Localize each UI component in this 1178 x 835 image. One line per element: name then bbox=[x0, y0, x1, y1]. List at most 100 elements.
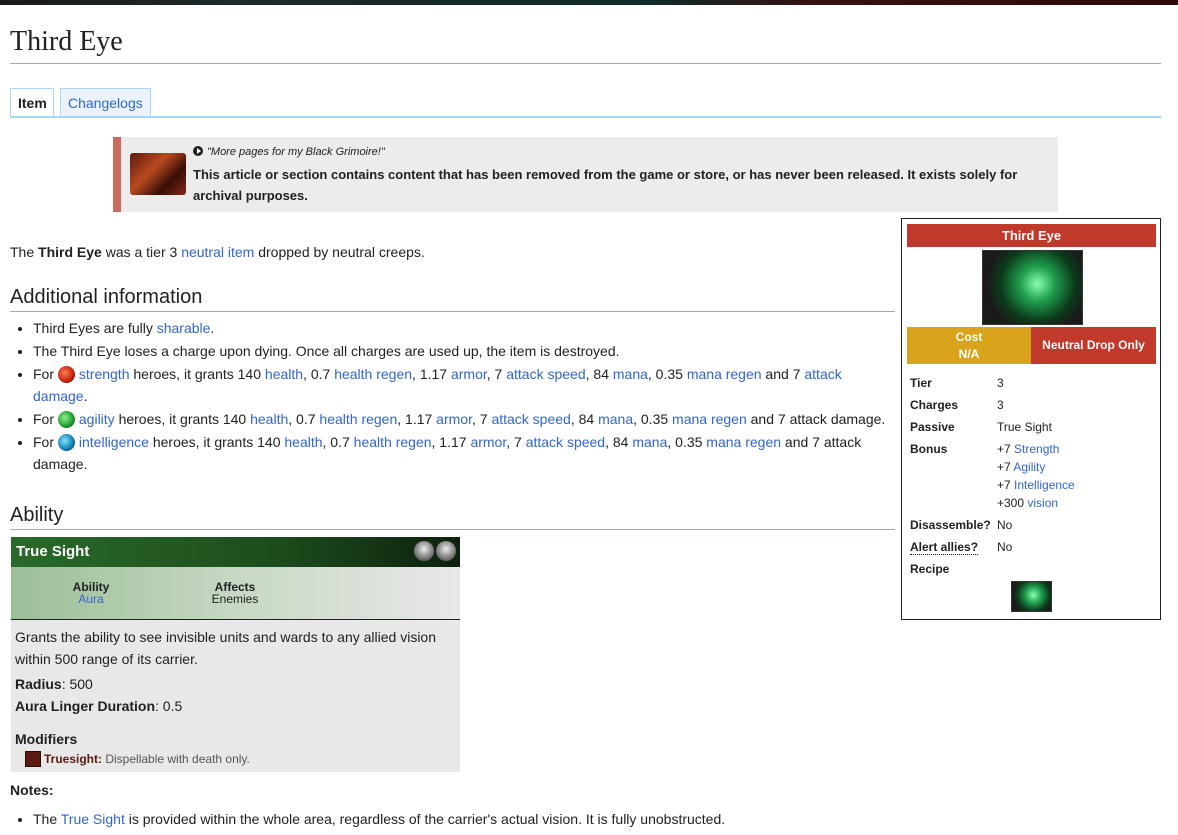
ability-header: True Sight bbox=[11, 537, 460, 567]
info-text: , 0.35 bbox=[633, 411, 673, 427]
aura-link[interactable]: Aura bbox=[78, 592, 103, 606]
info-text: , 7 bbox=[506, 434, 526, 450]
armor-link[interactable]: armor bbox=[451, 366, 487, 382]
health-link[interactable]: health bbox=[250, 411, 288, 427]
notes-text: The bbox=[33, 811, 61, 827]
passive-link[interactable]: True Sight bbox=[997, 420, 1052, 434]
charges-value: 3 bbox=[997, 398, 1004, 412]
info-text: , 84 bbox=[585, 366, 613, 382]
info-text: , 0.7 bbox=[322, 434, 354, 450]
intro-text: was a tier 3 bbox=[101, 244, 182, 260]
armor-link[interactable]: armor bbox=[436, 411, 472, 427]
ability-divider bbox=[11, 619, 460, 620]
info-text: and 7 bbox=[746, 411, 790, 427]
section-divider bbox=[10, 311, 895, 312]
bonus-num: +7 bbox=[997, 478, 1015, 492]
intro-paragraph: The Third Eye was a tier 3 neutral item … bbox=[10, 244, 425, 260]
agility-bonus-link[interactable]: Agility bbox=[1013, 460, 1045, 474]
agility-link[interactable]: agility bbox=[79, 411, 115, 427]
item-infobox: Third Eye Cost N/A Neutral Drop Only Tier… bbox=[901, 218, 1161, 620]
list-item: Third Eyes are fully sharable. bbox=[33, 317, 895, 339]
break-icon bbox=[436, 541, 456, 561]
health-regen-link[interactable]: health regen bbox=[354, 434, 432, 450]
mana-link[interactable]: mana bbox=[598, 411, 633, 427]
strength-icon bbox=[57, 365, 75, 383]
ability-description: Grants the ability to see invisible unit… bbox=[15, 629, 436, 667]
tab-item[interactable]: Item bbox=[10, 88, 54, 118]
list-item: For intelligence heroes, it grants 140 h… bbox=[33, 431, 895, 475]
info-text: , 84 bbox=[570, 411, 599, 427]
drop-cell: Neutral Drop Only bbox=[1031, 327, 1156, 364]
intelligence-bonus-link[interactable]: Intelligence bbox=[1014, 478, 1075, 492]
third-eye-image[interactable] bbox=[982, 250, 1083, 325]
info-text: , 0.7 bbox=[288, 411, 320, 427]
mana-regen-link[interactable]: mana regen bbox=[687, 366, 762, 382]
mana-regen-link[interactable]: mana regen bbox=[672, 411, 747, 427]
mana-link[interactable]: mana bbox=[632, 434, 667, 450]
top-banner bbox=[0, 0, 1178, 5]
page-title: Third Eye bbox=[10, 26, 123, 57]
passive-label: Passive bbox=[910, 420, 955, 434]
alert-label: Alert allies? bbox=[910, 540, 979, 555]
info-text: For bbox=[33, 366, 54, 382]
bonus-vision: +300 vision bbox=[997, 496, 1058, 510]
neutral-item-link[interactable]: neutral item bbox=[181, 244, 254, 260]
ability-meta: Ability Aura Affects Enemies bbox=[11, 567, 460, 619]
info-text: Third Eyes are fully bbox=[33, 320, 157, 336]
info-text: . bbox=[83, 388, 88, 404]
list-item: For strength heroes, it grants 140 healt… bbox=[33, 363, 895, 407]
notice-text: This article or section contains content… bbox=[193, 167, 1018, 203]
agility-icon bbox=[57, 410, 75, 428]
strength-bonus-link[interactable]: Strength bbox=[1014, 442, 1059, 456]
health-regen-link[interactable]: health regen bbox=[319, 411, 397, 427]
tab-changelogs[interactable]: Changelogs bbox=[60, 88, 151, 116]
attack-speed-link[interactable]: attack speed bbox=[506, 366, 585, 382]
info-text: heroes, it grants 140 bbox=[148, 434, 285, 450]
modifier-item: Truesight: Dispellable with death only. bbox=[25, 751, 250, 768]
strength-link[interactable]: strength bbox=[79, 366, 130, 382]
section-heading-ability: Ability bbox=[10, 504, 64, 526]
mana-link[interactable]: mana bbox=[613, 366, 648, 382]
cost-value: N/A bbox=[958, 347, 980, 361]
attack-speed-link[interactable]: attack speed bbox=[491, 411, 570, 427]
modifier-desc: Dispellable with death only. bbox=[102, 752, 250, 767]
health-regen-link[interactable]: health regen bbox=[334, 366, 412, 382]
vision-bonus-link[interactable]: vision bbox=[1027, 496, 1058, 510]
info-text: , 7 bbox=[486, 366, 507, 382]
info-text: , 1.17 bbox=[412, 366, 451, 382]
recipe-label: Recipe bbox=[910, 562, 950, 576]
notice-quote[interactable]: "More pages for my Black Grimoire!" bbox=[193, 146, 385, 158]
truesight-modifier-icon bbox=[25, 751, 41, 767]
true-sight-link[interactable]: True Sight bbox=[61, 811, 125, 827]
mana-regen-link[interactable]: mana regen bbox=[706, 434, 781, 450]
modifier-name: Truesight: bbox=[44, 752, 103, 767]
info-text: , 0.7 bbox=[303, 366, 335, 382]
info-text: . bbox=[210, 320, 215, 336]
bonus-strength: +7 Strength bbox=[997, 442, 1059, 456]
alert-value: No bbox=[997, 540, 1013, 554]
bonus-num: +7 bbox=[997, 460, 1014, 474]
tier-value: 3 bbox=[997, 376, 1004, 390]
notes-text: is provided within the whole area, regar… bbox=[124, 811, 726, 827]
radius-label: Radius bbox=[15, 676, 62, 692]
intelligence-link[interactable]: intelligence bbox=[79, 434, 149, 450]
sharable-link[interactable]: sharable bbox=[157, 320, 211, 336]
ability-radius: Radius: 500 bbox=[15, 676, 93, 692]
play-icon[interactable] bbox=[193, 146, 203, 157]
list-item: The True Sight is provided within the wh… bbox=[33, 808, 725, 830]
bonus-num: +300 bbox=[997, 496, 1028, 510]
attack-speed-link[interactable]: attack speed bbox=[526, 434, 605, 450]
ability-affects-value: Enemies bbox=[211, 592, 259, 606]
ability-card: True Sight Ability Aura Affects Enemies Gr… bbox=[11, 537, 460, 772]
additional-info-list: Third Eyes are fully sharable. The Third… bbox=[10, 317, 895, 476]
alert-label-text: Alert allies? bbox=[910, 540, 979, 555]
list-item: For agility heroes, it grants 140 health… bbox=[33, 408, 895, 430]
health-link[interactable]: health bbox=[265, 366, 303, 382]
health-link[interactable]: health bbox=[284, 434, 322, 450]
ability-type: Ability Aura bbox=[71, 581, 111, 605]
armor-link[interactable]: armor bbox=[470, 434, 506, 450]
title-divider bbox=[10, 63, 1161, 64]
intro-bold: Third Eye bbox=[38, 244, 102, 260]
recipe-image[interactable] bbox=[1011, 581, 1052, 612]
notice-quote-text: "More pages for my Black Grimoire!" bbox=[207, 146, 385, 158]
